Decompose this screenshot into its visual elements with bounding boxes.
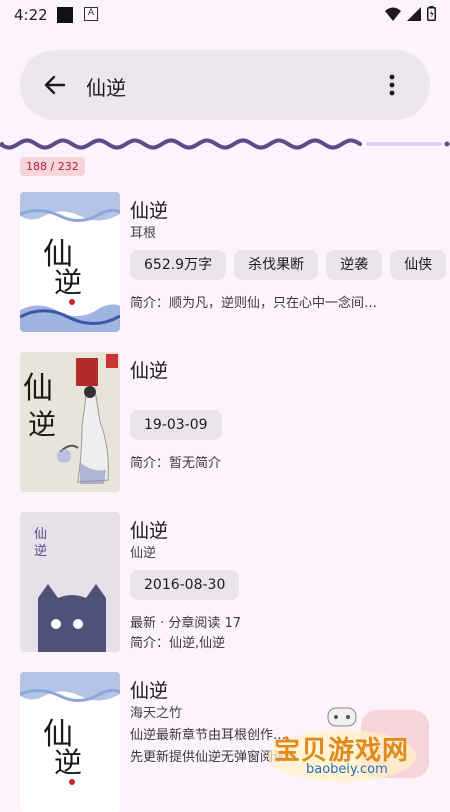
svg-text:逆: 逆 [28,408,56,441]
book-cover-art: 仙 逆 [20,672,120,812]
book-cover-art: 仙 逆 [20,192,120,332]
tag-list: 2016-08-30 [130,570,450,600]
book-author: 仙逆 [130,546,157,561]
tag-chip: 19-03-09 [130,410,222,440]
status-bar: 4:22 A [0,0,450,30]
tag-list: 19-03-09 [130,410,450,440]
tag-chip: 逆袭 [326,250,383,280]
book-intro: 简介：仙逆,仙逆 [130,636,226,651]
book-cover: 仙逆 [20,512,120,652]
svg-text:逆: 逆 [54,266,82,299]
book-latest: 最新 · 分章阅读 17 [130,616,242,631]
status-icons [385,6,436,21]
search-progress-bar [0,138,450,150]
book-cover: 仙 逆 [20,192,120,332]
book-title: 仙逆 [130,360,169,382]
result-count-badge: 188 / 232 [20,157,85,176]
svg-text:仙: 仙 [23,371,53,406]
list-item[interactable]: 仙逆 仙逆 仙逆 2016-08-30 最新 · 分章阅读 17 简介：仙逆,仙… [20,512,450,652]
tag-chip: 2016-08-30 [130,570,240,600]
book-intro: 简介：暂无简介 [130,456,222,471]
back-arrow-icon[interactable] [42,72,68,98]
list-item[interactable]: 仙 逆 仙逆 耳根 652.9万字 杀伐果断 逆袭 仙侠 简介：顺为凡，逆则仙，… [20,192,450,332]
book-cover: 仙 逆 [20,672,120,812]
search-bar: 仙逆 [20,50,430,120]
tag-chip: 仙侠 [390,250,447,280]
book-cover: 仙 逆 [20,352,120,492]
more-vert-icon[interactable] [382,72,402,98]
cover-title-text: 仙逆 [34,527,48,559]
book-intro: 简介：顺为凡，逆则仙，只在心中一念间… [130,296,378,311]
tag-list: 652.9万字 杀伐果断 逆袭 仙侠 [130,250,450,280]
book-title: 仙逆 [130,200,169,222]
status-time: 4:22 [14,6,48,24]
book-title: 仙逆 [130,680,169,702]
tag-chip: 杀伐果断 [234,250,319,280]
wifi-icon [385,7,401,21]
notification-icon [57,7,73,23]
watermark-url: baobeiy.com [306,762,388,777]
site-watermark: 宝贝游戏网 baobeiy.com [262,700,422,785]
book-author: 耳根 [130,226,157,241]
signal-icon [407,6,421,21]
search-input[interactable]: 仙逆 [86,72,126,101]
book-title: 仙逆 [130,520,169,542]
tag-chip: 652.9万字 [130,250,227,280]
app-notification-icon: A [84,7,98,21]
list-item[interactable]: 仙 逆 仙逆 19-03-09 简介：暂无简介 [20,352,450,492]
svg-text:逆: 逆 [54,746,82,779]
book-cover-art: 仙 逆 [20,352,120,492]
book-author: 海天之竹 [130,706,183,721]
battery-icon [427,6,436,21]
